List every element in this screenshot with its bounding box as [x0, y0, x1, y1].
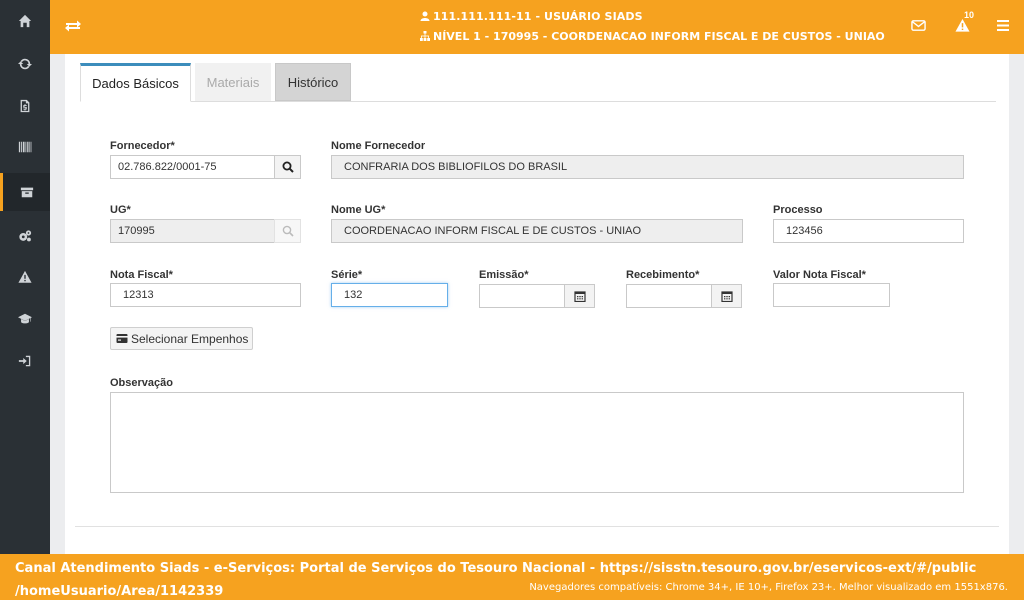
footer-compatibility: Navegadores compatíveis: Chrome 34+, IE …	[529, 582, 1008, 593]
sidebar	[0, 0, 50, 554]
nota-fiscal-label: Nota Fiscal*	[110, 269, 173, 281]
serie-input[interactable]: 132	[331, 283, 448, 307]
nome-fornecedor-label: Nome Fornecedor	[331, 140, 426, 152]
graduation-cap-icon	[18, 313, 32, 324]
home-icon	[18, 14, 32, 28]
selecionar-empenhos-label: Selecionar Empenhos	[131, 331, 249, 346]
header-user-text: 111.111.111-11 - USUÁRIO SIADS	[433, 10, 643, 23]
header-level-text: NÍVEL 1 - 170995 - COORDENACAO INFORM FI…	[433, 30, 885, 43]
refresh-icon	[18, 58, 32, 70]
emissao-input[interactable]	[479, 284, 565, 308]
observacao-label: Observação	[110, 377, 173, 389]
valor-nota-fiscal-input[interactable]	[773, 283, 890, 307]
nota-fiscal-input[interactable]: 12313	[110, 283, 301, 307]
ug-search-button	[274, 219, 301, 243]
notification-badge: 10	[964, 10, 975, 20]
serie-label: Série*	[331, 269, 363, 281]
envelope-icon[interactable]	[911, 18, 926, 33]
sidebar-item-archive[interactable]	[0, 173, 50, 211]
archive-icon	[20, 187, 33, 198]
barcode-icon	[18, 141, 32, 153]
processo-label: Processo	[773, 204, 823, 216]
warning-icon	[18, 270, 32, 283]
valor-nota-fiscal-label: Valor Nota Fiscal*	[773, 269, 866, 281]
header-user: 111.111.111-11 - USUÁRIO SIADS	[420, 10, 643, 23]
header-level: NÍVEL 1 - 170995 - COORDENACAO INFORM FI…	[420, 30, 885, 43]
recebimento-calendar-button[interactable]	[711, 284, 742, 308]
recebimento-label: Recebimento*	[626, 269, 700, 281]
top-header: 111.111.111-11 - USUÁRIO SIADS NÍVEL 1 -…	[50, 0, 1024, 54]
ug-label: UG*	[110, 204, 131, 216]
sitemap-icon	[420, 31, 430, 41]
tab-dados-basicos[interactable]: Dados Básicos	[80, 63, 191, 102]
sidebar-item-refresh[interactable]	[0, 45, 50, 83]
sidebar-item-documents[interactable]	[0, 87, 50, 125]
footer-service-link[interactable]: Canal Atendimento Siads - e-Serviços: Po…	[15, 557, 1005, 600]
calendar-icon	[573, 291, 586, 302]
content-panel: Dados Básicos Materiais Histórico Fornec…	[65, 54, 1009, 554]
credit-card-icon	[116, 334, 128, 343]
sign-in-icon	[18, 355, 31, 367]
calendar-icon	[720, 291, 733, 302]
processo-input[interactable]: 123456	[773, 219, 964, 243]
document-money-icon	[20, 99, 30, 113]
footer: Canal Atendimento Siads - e-Serviços: Po…	[0, 554, 1024, 600]
sidebar-item-warnings[interactable]	[0, 258, 50, 296]
hamburger-menu-icon[interactable]	[997, 19, 1009, 32]
tab-materiais[interactable]: Materiais	[195, 63, 271, 101]
search-icon	[282, 161, 294, 173]
sidebar-item-barcode[interactable]	[0, 128, 50, 166]
sidebar-item-training[interactable]	[0, 300, 50, 338]
notification-warning-icon[interactable]	[955, 18, 970, 33]
observacao-textarea[interactable]	[110, 392, 964, 493]
sidebar-item-settings[interactable]	[0, 217, 50, 255]
sidebar-item-logout[interactable]	[0, 342, 50, 380]
emissao-calendar-button[interactable]	[564, 284, 595, 308]
selecionar-empenhos-button[interactable]: Selecionar Empenhos	[110, 327, 253, 350]
nome-ug-field: COORDENACAO INFORM FISCAL E DE CUSTOS - …	[331, 219, 743, 243]
sidebar-item-home[interactable]	[0, 2, 50, 40]
fornecedor-input[interactable]: 02.786.822/0001-75	[110, 155, 275, 179]
divider	[75, 526, 999, 527]
nome-ug-label: Nome UG*	[331, 204, 386, 216]
emissao-label: Emissão*	[479, 269, 529, 281]
recebimento-input[interactable]	[626, 284, 712, 308]
fornecedor-search-button[interactable]	[274, 155, 301, 179]
swap-icon[interactable]	[64, 17, 82, 35]
tab-historico[interactable]: Histórico	[275, 63, 351, 101]
ug-field: 170995	[110, 219, 275, 243]
user-icon	[420, 11, 430, 21]
search-icon	[282, 225, 294, 237]
nome-fornecedor-field: CONFRARIA DOS BIBLIOFILOS DO BRASIL	[331, 155, 964, 179]
gears-icon	[19, 230, 32, 242]
tab-bar: Dados Básicos Materiais Histórico	[80, 63, 996, 102]
fornecedor-label: Fornecedor*	[110, 140, 175, 152]
